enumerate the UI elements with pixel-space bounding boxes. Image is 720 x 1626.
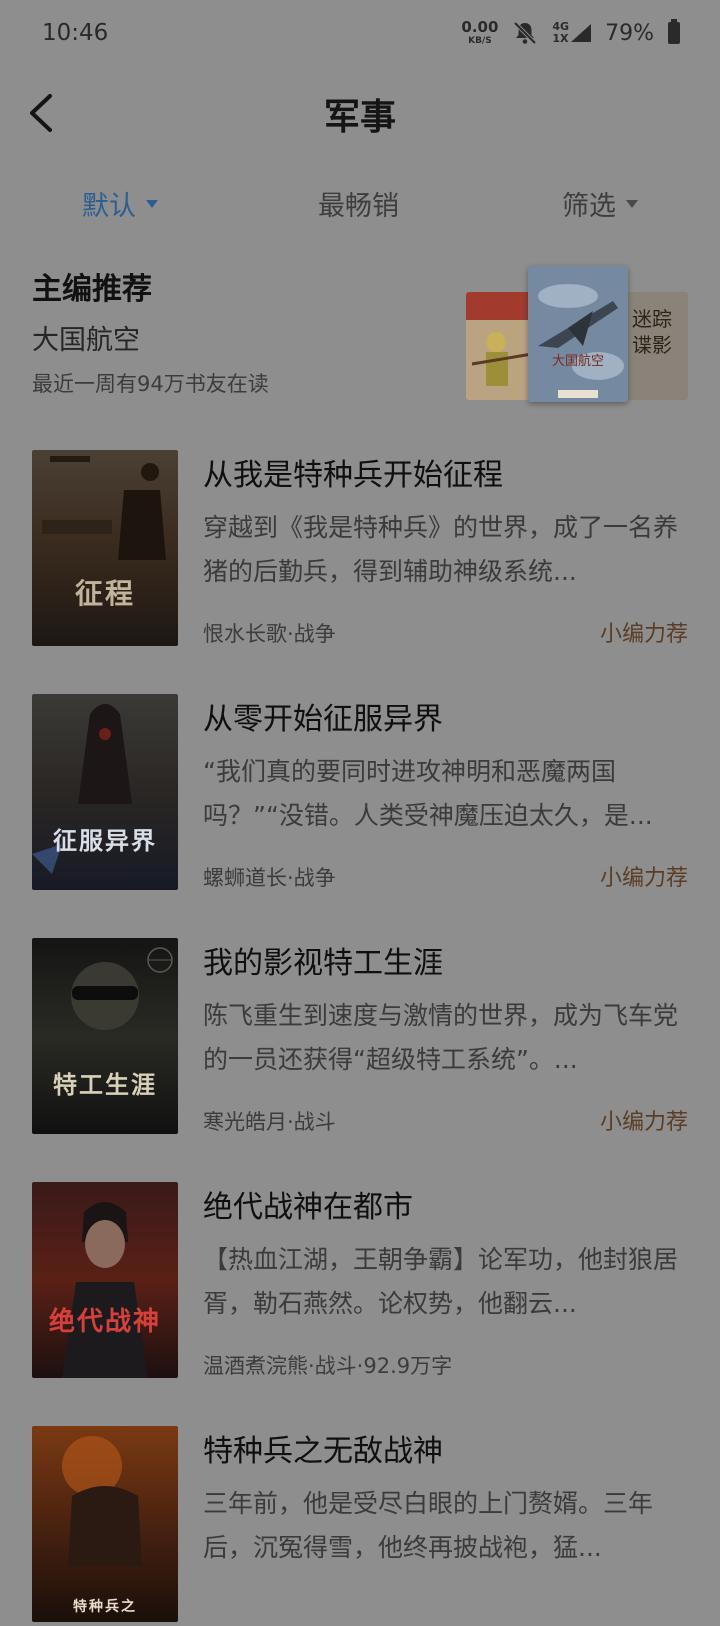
book-title: 从我是特种兵开始征程 <box>203 458 503 493</box>
mini-cover-right: 迷踪谍影 <box>626 292 688 400</box>
book-meta: 寒光皓月·战斗 <box>203 1110 336 1134</box>
book-title: 绝代战神在都市 <box>203 1190 413 1225</box>
mini-cover-center: 大国航空 <box>528 266 628 402</box>
mini-cover-left <box>466 292 534 400</box>
cell-signal: 4G 1X <box>552 20 592 45</box>
filter-label: 筛选 <box>562 191 616 222</box>
bell-muted-icon <box>513 21 537 45</box>
agent-face-illustration <box>71 947 173 1030</box>
book-cover: 征服异界 <box>32 694 178 890</box>
sort-bestseller-tab[interactable]: 最畅销 <box>318 184 399 223</box>
status-time: 10:46 <box>42 20 109 46</box>
status-icons: 0.00 KB/S 4G 1X 79% <box>461 19 680 46</box>
sort-default-tab[interactable]: 默认 <box>82 184 158 223</box>
editor-pick-card[interactable]: 主编推荐 大国航空 最近一周有94万书友在读 迷踪谍影 大国航空 <box>0 250 720 420</box>
net-speed-value: 0.00 <box>461 18 499 36</box>
soldier-silhouette <box>42 456 166 560</box>
status-bar: 10:46 0.00 KB/S 4G 1X 79% <box>0 0 720 66</box>
book-meta: 温酒煮浣熊·战斗·92.9万字 <box>203 1354 453 1378</box>
book-description: 陈飞重生到速度与激情的世界，成为飞车党的一员还获得“超级特工系统”。... <box>203 1001 679 1074</box>
cover-title: 特种兵之 <box>73 1599 137 1615</box>
book-list-item[interactable]: 征程 从我是特种兵开始征程 穿越到《我是特种兵》的世界，成了一名养猪的后勤兵，得… <box>0 440 720 650</box>
editor-pick-heading: 主编推荐 <box>32 272 152 307</box>
book-list-item[interactable]: 征服异界 从零开始征服异界 “我们真的要同时进攻神明和恶魔两国吗？”“没错。人类… <box>0 684 720 894</box>
battery-percent: 79% <box>605 20 654 46</box>
caret-down-icon <box>146 199 158 208</box>
mini-cover-center-title: 大国航空 <box>551 354 604 369</box>
book-meta: 螺蛳道长·战争 <box>203 866 336 890</box>
net-speed-unit: KB/S <box>468 36 492 46</box>
book-list-item[interactable]: 特工生涯 我的影视特工生涯 陈飞重生到速度与激情的世界，成为飞车党的一员还获得“… <box>0 928 720 1138</box>
book-description: 三年前，他是受尽白眼的上门赘婿。三年后，沉冤得雪，他终再披战袍，猛... <box>203 1489 654 1562</box>
cover-title: 特工生涯 <box>53 1070 157 1099</box>
cover-title: 征服异界 <box>53 826 157 855</box>
nav-bar: 军事 <box>0 70 720 160</box>
battery-icon <box>668 19 680 44</box>
book-description: 穿越到《我是特种兵》的世界，成了一名养猪的后勤兵，得到辅助神级系统... <box>203 513 679 586</box>
editor-pick-readers: 最近一周有94万书友在读 <box>32 372 269 396</box>
cover-stack[interactable]: 迷踪谍影 大国航空 <box>466 264 690 404</box>
book-title: 特种兵之无敌战神 <box>203 1434 443 1469</box>
hooded-figure <box>32 704 132 874</box>
editor-pick-book-title: 大国航空 <box>32 325 140 356</box>
book-title: 从零开始征服异界 <box>203 702 443 737</box>
signal-icon <box>571 24 592 42</box>
book-cover: 绝代战神 <box>32 1182 178 1378</box>
cover-title: 征程 <box>74 577 135 610</box>
sort-default-label: 默认 <box>82 191 136 222</box>
filter-bar: 默认 最畅销 筛选 <box>0 172 720 232</box>
book-description: 【热血江湖，王朝争霸】论军功，他封狼居胥，勒石燕然。论权势，他翻云... <box>203 1245 679 1318</box>
mini-cover-right-title: 迷踪谍影 <box>632 307 672 357</box>
book-list-item[interactable]: 特种兵之 特种兵之无敌战神 三年前，他是受尽白眼的上门赘婿。三年后，沉冤得雪，他… <box>0 1416 720 1626</box>
recommend-tag: 小编力荐 <box>599 866 688 891</box>
network-type-bottom: 1X <box>552 32 569 45</box>
book-title: 我的影视特工生涯 <box>203 946 443 981</box>
book-cover: 特工生涯 <box>32 938 178 1134</box>
recommend-tag: 小编力荐 <box>599 622 688 647</box>
book-cover: 征程 <box>32 450 178 646</box>
soldier-illustration <box>466 292 534 386</box>
soldier-fire-illustration <box>62 1436 142 1566</box>
jet-illustration <box>528 266 628 402</box>
sort-bestseller-label: 最畅销 <box>318 191 399 222</box>
book-description: “我们真的要同时进攻神明和恶魔两国吗？”“没错。人类受神魔压迫太久，是... <box>203 757 653 830</box>
page-title: 军事 <box>323 96 396 138</box>
book-meta: 恨水长歌·战争 <box>203 622 336 646</box>
man-in-suit-illustration <box>62 1202 148 1378</box>
network-type: 4G 1X <box>552 20 569 45</box>
caret-down-icon <box>626 199 638 208</box>
cover-title: 绝代战神 <box>48 1307 161 1337</box>
book-cover: 特种兵之 <box>32 1426 178 1622</box>
recommend-tag: 小编力荐 <box>599 1110 688 1135</box>
book-list-item[interactable]: 绝代战神 绝代战神在都市 【热血江湖，王朝争霸】论军功，他封狼居胥，勒石燕然。论… <box>0 1172 720 1382</box>
net-speed: 0.00 KB/S <box>461 20 498 46</box>
filter-dropdown[interactable]: 筛选 <box>562 184 638 223</box>
